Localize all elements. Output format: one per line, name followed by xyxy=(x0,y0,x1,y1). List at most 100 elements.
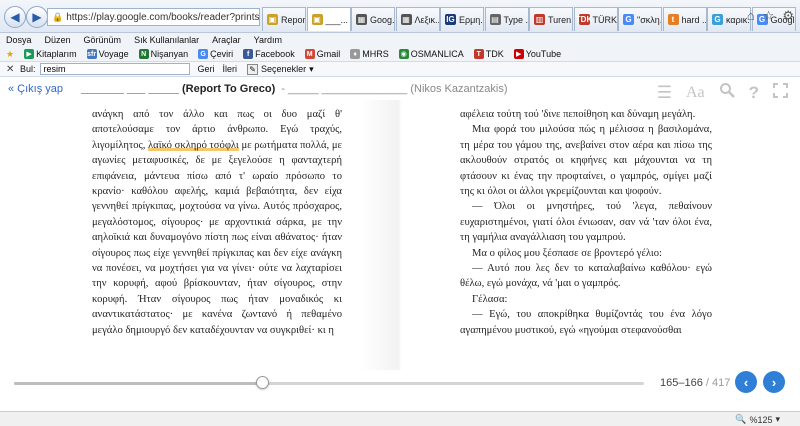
favorite-icon: T xyxy=(473,49,484,59)
favorite-link[interactable]: ▶ YouTube xyxy=(513,49,562,59)
favorite-icon: G xyxy=(198,49,209,59)
book-author: - _____ ______________ (Nikos Kazantzaki… xyxy=(281,83,508,95)
search-icon[interactable] xyxy=(719,82,735,103)
next-page-button[interactable]: › xyxy=(763,371,785,393)
favorite-link[interactable]: N Nişanyan xyxy=(138,49,189,59)
favorite-label: OSMANLICA xyxy=(410,49,464,59)
zoom-icon: 🔍 xyxy=(735,414,747,424)
browser-tab[interactable]: ▤Type ... xyxy=(484,7,529,31)
favorite-link[interactable]: sfr Voyage xyxy=(86,49,129,59)
menu-item[interactable]: Görünüm xyxy=(84,35,122,45)
tab-label: "σκλη... xyxy=(637,14,662,25)
menu-item[interactable]: Dosya xyxy=(6,35,32,45)
favorite-icon: sfr xyxy=(86,49,97,59)
favorite-icon: ▶ xyxy=(513,49,524,59)
tab-favicon-icon: t xyxy=(667,14,679,25)
page-counter: 165–166 / 417 xyxy=(660,377,730,389)
favorite-link[interactable]: M Gmail xyxy=(304,49,341,59)
paragraph: — Εγώ, του αποκρίθηκα θυμίζοντάς του ένα… xyxy=(460,309,712,336)
browser-tab[interactable]: ▣Repor... xyxy=(262,7,306,31)
favorites-bar: ★ ▶ Kitaplarım sfr Voyage N Nişanyan G Çeviri f Fa… xyxy=(0,47,800,62)
back-button[interactable]: ◀ xyxy=(4,6,26,28)
find-options-button[interactable]: ✎ Seçenekler ▾ xyxy=(247,63,314,75)
zoom-control[interactable]: 🔍 %125 ▾ xyxy=(735,414,780,425)
right-page: αφέλεια τούτη τού 'δινε πεποίθηση και δύ… xyxy=(460,107,712,338)
tab-label: Ερμη... xyxy=(459,14,483,25)
tab-label: Repor... xyxy=(281,14,306,25)
favorite-link[interactable]: G Çeviri xyxy=(198,49,233,59)
tab-favicon-icon: ▥ xyxy=(534,14,545,25)
favorite-link[interactable]: ▶ Kitaplarım xyxy=(24,49,77,59)
left-page: ανάγκη από τον άλλο και πως οι δυο μαζί … xyxy=(92,107,342,338)
paragraph: Μα ο φίλος μου ξέσπασε σε βροντερό γέλιο… xyxy=(472,247,662,259)
browser-tab[interactable]: Gκαρικ... xyxy=(707,7,751,31)
fullscreen-icon[interactable] xyxy=(773,82,788,103)
browser-tab[interactable]: thard ... xyxy=(662,7,707,31)
star-icon[interactable]: ☆ xyxy=(763,8,775,24)
forward-arrow-icon: ▶ xyxy=(32,10,42,24)
favorites-star-icon[interactable]: ★ xyxy=(6,49,14,60)
tab-label: ___... xyxy=(325,14,349,25)
favorite-label: Voyage xyxy=(98,49,129,59)
page-slider[interactable] xyxy=(14,376,644,389)
favorite-icon: ▶ xyxy=(24,49,35,59)
tab-label: Turen... xyxy=(548,14,573,25)
left-page-text: ανάγκη από τον άλλο και πως οι δυο μαζί … xyxy=(92,107,342,338)
back-arrow-icon: ◀ xyxy=(10,10,20,24)
favorite-link[interactable]: T TDK xyxy=(473,49,504,59)
font-size-icon[interactable]: Aa xyxy=(686,84,705,102)
total-pages: / 417 xyxy=(705,377,731,389)
home-icon[interactable]: ⌂ xyxy=(747,8,755,24)
close-find-icon[interactable]: ✕ xyxy=(6,64,20,75)
favorite-link[interactable]: ◉ OSMANLICA xyxy=(398,49,464,59)
browser-tab[interactable]: ▣ ___... xyxy=(306,7,351,31)
browser-tab[interactable]: G"σκλη... xyxy=(618,7,662,31)
browser-tab[interactable]: IGΕρμη... xyxy=(440,7,484,31)
find-prev-button[interactable]: Geri xyxy=(198,64,215,74)
help-icon[interactable]: ? xyxy=(749,83,759,103)
browser-tab[interactable]: ▥Turen... xyxy=(529,7,573,31)
tab-favicon-icon: G xyxy=(712,14,723,25)
chevron-down-icon: ▾ xyxy=(775,414,780,424)
favorite-label: Kitaplarım xyxy=(36,49,77,59)
status-bar: 🔍 %125 ▾ xyxy=(0,411,800,426)
slider-knob[interactable] xyxy=(256,376,270,389)
tab-favicon-icon: ▦ xyxy=(400,14,412,25)
menu-item[interactable]: Düzen xyxy=(45,35,71,45)
paragraph: Γέλασα: xyxy=(472,293,508,305)
lock-icon: 🔒 xyxy=(52,11,64,22)
favorite-label: Çeviri xyxy=(210,49,234,59)
url-field[interactable]: 🔒 https://play.google.com/books/reader?p… xyxy=(47,8,260,26)
menu-item[interactable]: Sık Kullanılanlar xyxy=(134,35,199,45)
find-next-button[interactable]: İleri xyxy=(223,64,238,74)
current-pages: 165–166 xyxy=(660,377,703,389)
favorite-link[interactable]: ♦ MHRS xyxy=(350,49,389,59)
tab-favicon-icon: ▦ xyxy=(356,14,367,25)
window-icons: ⌂ ☆ ⚙ xyxy=(747,8,794,24)
favorite-label: Gmail xyxy=(316,49,341,59)
chevron-left-icon: ‹ xyxy=(743,374,749,390)
favorite-label: YouTube xyxy=(525,49,562,59)
chevron-down-icon: ▾ xyxy=(309,63,314,74)
favorite-link[interactable]: f Facebook xyxy=(243,49,295,59)
tab-favicon-icon: TDK xyxy=(575,14,593,25)
browser-tab[interactable]: ▦Goog... xyxy=(351,7,395,31)
menu-item[interactable]: Araçlar xyxy=(212,35,241,45)
favorite-icon: f xyxy=(243,49,254,59)
menu-bar: Dosya Düzen Görünüm Sık Kullanılanlar Araçla… xyxy=(0,33,800,47)
forward-button[interactable]: ▶ xyxy=(26,6,48,28)
menu-item[interactable]: Yardım xyxy=(254,35,282,45)
page-fold-shadow xyxy=(360,100,440,370)
tab-label: hard ... xyxy=(681,14,706,25)
exit-link[interactable]: « Çıkış yap xyxy=(8,83,63,95)
find-input[interactable] xyxy=(39,63,190,75)
paragraph: αφέλεια τούτη τού 'δινε πεποίθηση και δύ… xyxy=(460,109,696,120)
prev-page-button[interactable]: ‹ xyxy=(735,371,757,393)
find-options-label: Seçenekler xyxy=(261,64,307,74)
browser-tab[interactable]: ▦Λεξικ... xyxy=(395,7,440,31)
gear-icon[interactable]: ⚙ xyxy=(782,8,794,24)
menu-icon[interactable]: ☰ xyxy=(657,83,672,103)
browser-tab[interactable]: TDKTÜRK... xyxy=(573,7,618,31)
favorite-icon: ♦ xyxy=(350,49,361,59)
favorite-label: Nişanyan xyxy=(150,49,189,59)
